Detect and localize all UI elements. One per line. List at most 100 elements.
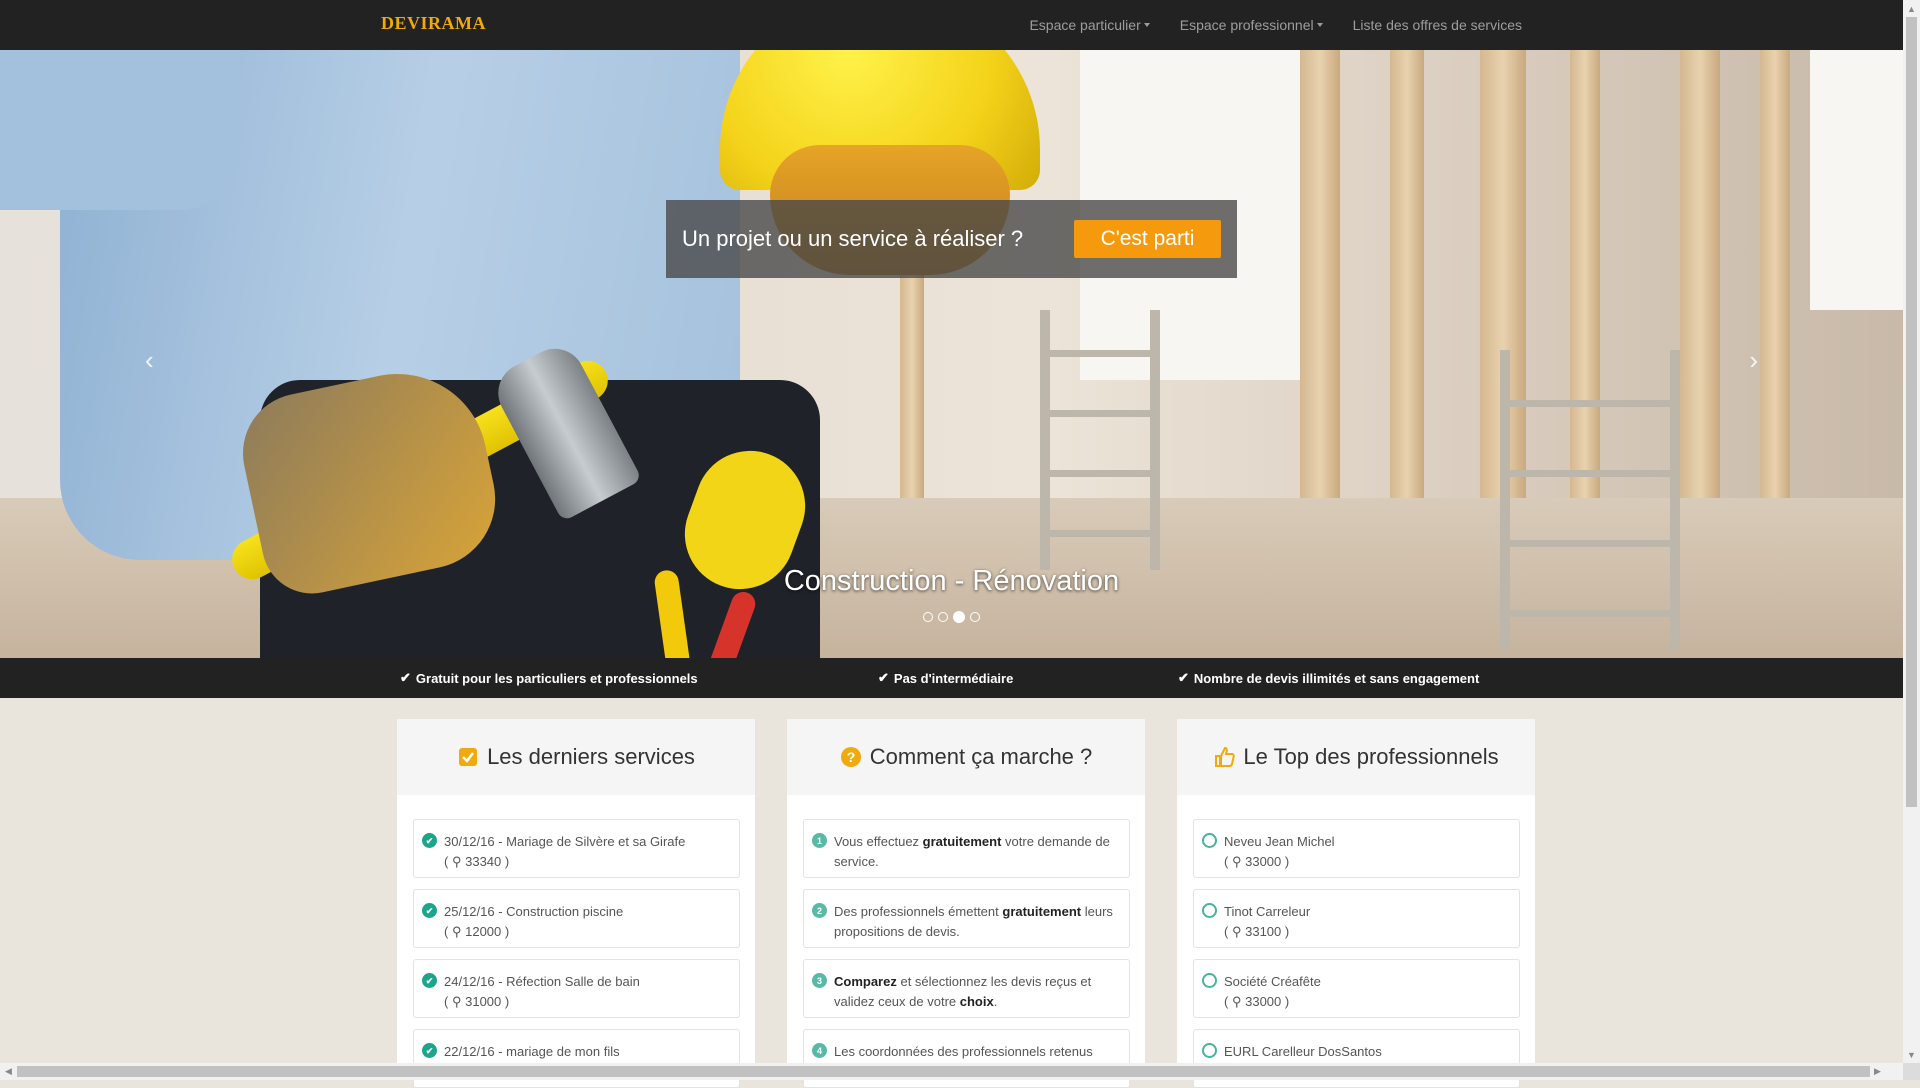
check-circle-icon: ✔	[422, 973, 437, 988]
horizontal-scroll-thumb[interactable]	[17, 1066, 1870, 1077]
service-line: 30/12/16 - Mariage de Silvère et sa Gira…	[444, 834, 686, 849]
step-item: 2 Des professionnels émettent gratuiteme…	[803, 889, 1130, 948]
scroll-up-icon[interactable]: ▲	[1903, 0, 1920, 17]
step-number-icon: 1	[812, 833, 827, 848]
carousel-prev-arrow[interactable]: ‹	[145, 345, 154, 376]
background-window	[1810, 50, 1903, 310]
scroll-right-icon[interactable]: ▶	[1869, 1063, 1886, 1080]
panel-title: Le Top des professionnels	[1243, 744, 1499, 769]
professional-zip: 33100	[1245, 924, 1282, 939]
panel-header: ? Comment ça marche ?	[787, 719, 1145, 795]
map-marker-icon: ⚲	[451, 994, 462, 1009]
cta-text: Un projet ou un service à réaliser ?	[682, 226, 1024, 251]
status-circle-icon	[1202, 973, 1217, 988]
carousel-next-arrow[interactable]: ›	[1749, 345, 1758, 376]
thumbs-up-icon	[1213, 746, 1236, 768]
professional-name: Tinot Carreleur	[1224, 904, 1311, 919]
caret-down-icon	[1143, 23, 1150, 27]
nav-liste-offres-label: Liste des offres de services	[1352, 17, 1522, 33]
service-item[interactable]: ✔ 24/12/16 - Réfection Salle de bain ( ⚲…	[413, 959, 740, 1018]
map-marker-icon: ⚲	[1231, 854, 1242, 869]
carousel-indicator-dot[interactable]	[953, 611, 965, 623]
professional-name: Neveu Jean Michel	[1224, 834, 1335, 849]
step-number-icon: 4	[812, 1043, 827, 1058]
scroll-down-icon[interactable]: ▼	[1903, 1046, 1920, 1063]
professional-location: ( ⚲ 33100 )	[1224, 924, 1290, 939]
vertical-scrollbar[interactable]: ▲ ▼	[1903, 0, 1920, 1063]
worker-arm	[0, 50, 240, 210]
top-professionals-panel: Le Top des professionnels Neveu Jean Mic…	[1177, 719, 1535, 1088]
check-icon: ✔	[878, 670, 889, 685]
step-item: 3 Comparez et sélectionnez les devis reç…	[803, 959, 1130, 1018]
map-marker-icon: ⚲	[451, 854, 462, 869]
professional-item[interactable]: Neveu Jean Michel ( ⚲ 33000 )	[1193, 819, 1520, 878]
step-text-bold: gratuitement	[1002, 904, 1082, 919]
step-text-bold: choix	[959, 994, 994, 1009]
cest-parti-button[interactable]: C'est parti	[1074, 220, 1221, 258]
carousel-indicator-dot[interactable]	[938, 612, 948, 622]
status-circle-icon	[1202, 833, 1217, 848]
step-text: Vous effectuez	[834, 834, 923, 849]
professional-item[interactable]: Société Créafête ( ⚲ 33000 )	[1193, 959, 1520, 1018]
svg-text:?: ?	[846, 749, 855, 765]
step-text: Des professionnels émettent	[834, 904, 1003, 919]
carousel-indicator-dot[interactable]	[923, 612, 933, 622]
feature-label: Pas d'intermédiaire	[893, 670, 1014, 686]
service-item[interactable]: ✔ 30/12/16 - Mariage de Silvère et sa Gi…	[413, 819, 740, 878]
status-circle-icon	[1202, 903, 1217, 918]
check-circle-icon: ✔	[422, 833, 437, 848]
professional-zip: 33000	[1245, 854, 1282, 869]
service-zip: 12000	[465, 924, 502, 939]
top-navbar: DEVIRAMA Espace particulier Espace profe…	[0, 0, 1903, 50]
service-location: ( ⚲ 12000 )	[444, 924, 510, 939]
step-text-bold: Comparez	[834, 974, 897, 989]
cta-box: Un projet ou un service à réaliser ? C'e…	[666, 200, 1237, 278]
service-item[interactable]: ✔ 25/12/16 - Construction piscine ( ⚲ 12…	[413, 889, 740, 948]
nav-links: Espace particulier Espace professionnel …	[1029, 0, 1522, 50]
panel-title: Les derniers services	[487, 744, 695, 769]
step-number-icon: 3	[812, 973, 827, 988]
service-line: 22/12/16 - mariage de mon fils	[444, 1044, 620, 1059]
carousel-caption: Construction - Rénovation	[783, 565, 1120, 597]
vertical-scroll-thumb[interactable]	[1906, 17, 1917, 807]
how-it-works-panel: ? Comment ça marche ? 1 Vous effectuez g…	[787, 719, 1145, 1088]
service-line: 24/12/16 - Réfection Salle de bain	[444, 974, 640, 989]
brand-logo[interactable]: DEVIRAMA	[381, 13, 486, 34]
nav-liste-offres[interactable]: Liste des offres de services	[1353, 17, 1522, 33]
check-circle-icon: ✔	[422, 903, 437, 918]
professional-zip: 33000	[1245, 994, 1282, 1009]
question-circle-icon: ?	[840, 746, 862, 768]
professional-item[interactable]: Tinot Carreleur ( ⚲ 33100 )	[1193, 889, 1520, 948]
nav-espace-professionnel-label: Espace professionnel	[1179, 17, 1314, 33]
checkbox-icon	[457, 746, 479, 768]
map-marker-icon: ⚲	[451, 924, 462, 939]
panel-header: Le Top des professionnels	[1177, 719, 1535, 795]
step-item: 1 Vous effectuez gratuitement votre dema…	[803, 819, 1130, 878]
horizontal-scrollbar[interactable]: ◀ ▶	[0, 1063, 1903, 1080]
scroll-left-icon[interactable]: ◀	[0, 1063, 17, 1080]
nav-espace-particulier[interactable]: Espace particulier	[1029, 17, 1150, 33]
map-marker-icon: ⚲	[1231, 994, 1242, 1009]
service-location: ( ⚲ 31000 )	[444, 994, 510, 1009]
professional-name: Société Créafête	[1224, 974, 1321, 989]
caret-down-icon	[1316, 23, 1323, 27]
check-icon: ✔	[1178, 670, 1189, 685]
ladder-illustration	[1040, 310, 1160, 570]
service-zip: 33340	[465, 854, 502, 869]
feature-bar: ✔ Gratuit pour les particuliers et profe…	[0, 658, 1903, 698]
panel-header: Les derniers services	[397, 719, 755, 795]
nav-espace-professionnel[interactable]: Espace professionnel	[1180, 17, 1323, 33]
carousel-indicator-dot[interactable]	[970, 612, 980, 622]
map-marker-icon: ⚲	[1231, 924, 1242, 939]
feature-item: ✔ Nombre de devis illimités et sans enga…	[1178, 670, 1479, 686]
professional-location: ( ⚲ 33000 )	[1224, 994, 1290, 1009]
step-text-bold: gratuitement	[922, 834, 1002, 849]
feature-label: Gratuit pour les particuliers et profess…	[415, 670, 698, 686]
nav-espace-particulier-label: Espace particulier	[1029, 17, 1141, 33]
latest-services-panel: Les derniers services ✔ 30/12/16 - Maria…	[397, 719, 755, 1088]
feature-item: ✔ Pas d'intermédiaire	[878, 670, 1013, 686]
ladder-illustration	[1500, 350, 1680, 650]
hero-carousel: ‹ › Un projet ou un service à réaliser ?…	[0, 50, 1903, 658]
panel-title: Comment ça marche ?	[869, 744, 1093, 769]
carousel-indicators	[0, 611, 1903, 623]
